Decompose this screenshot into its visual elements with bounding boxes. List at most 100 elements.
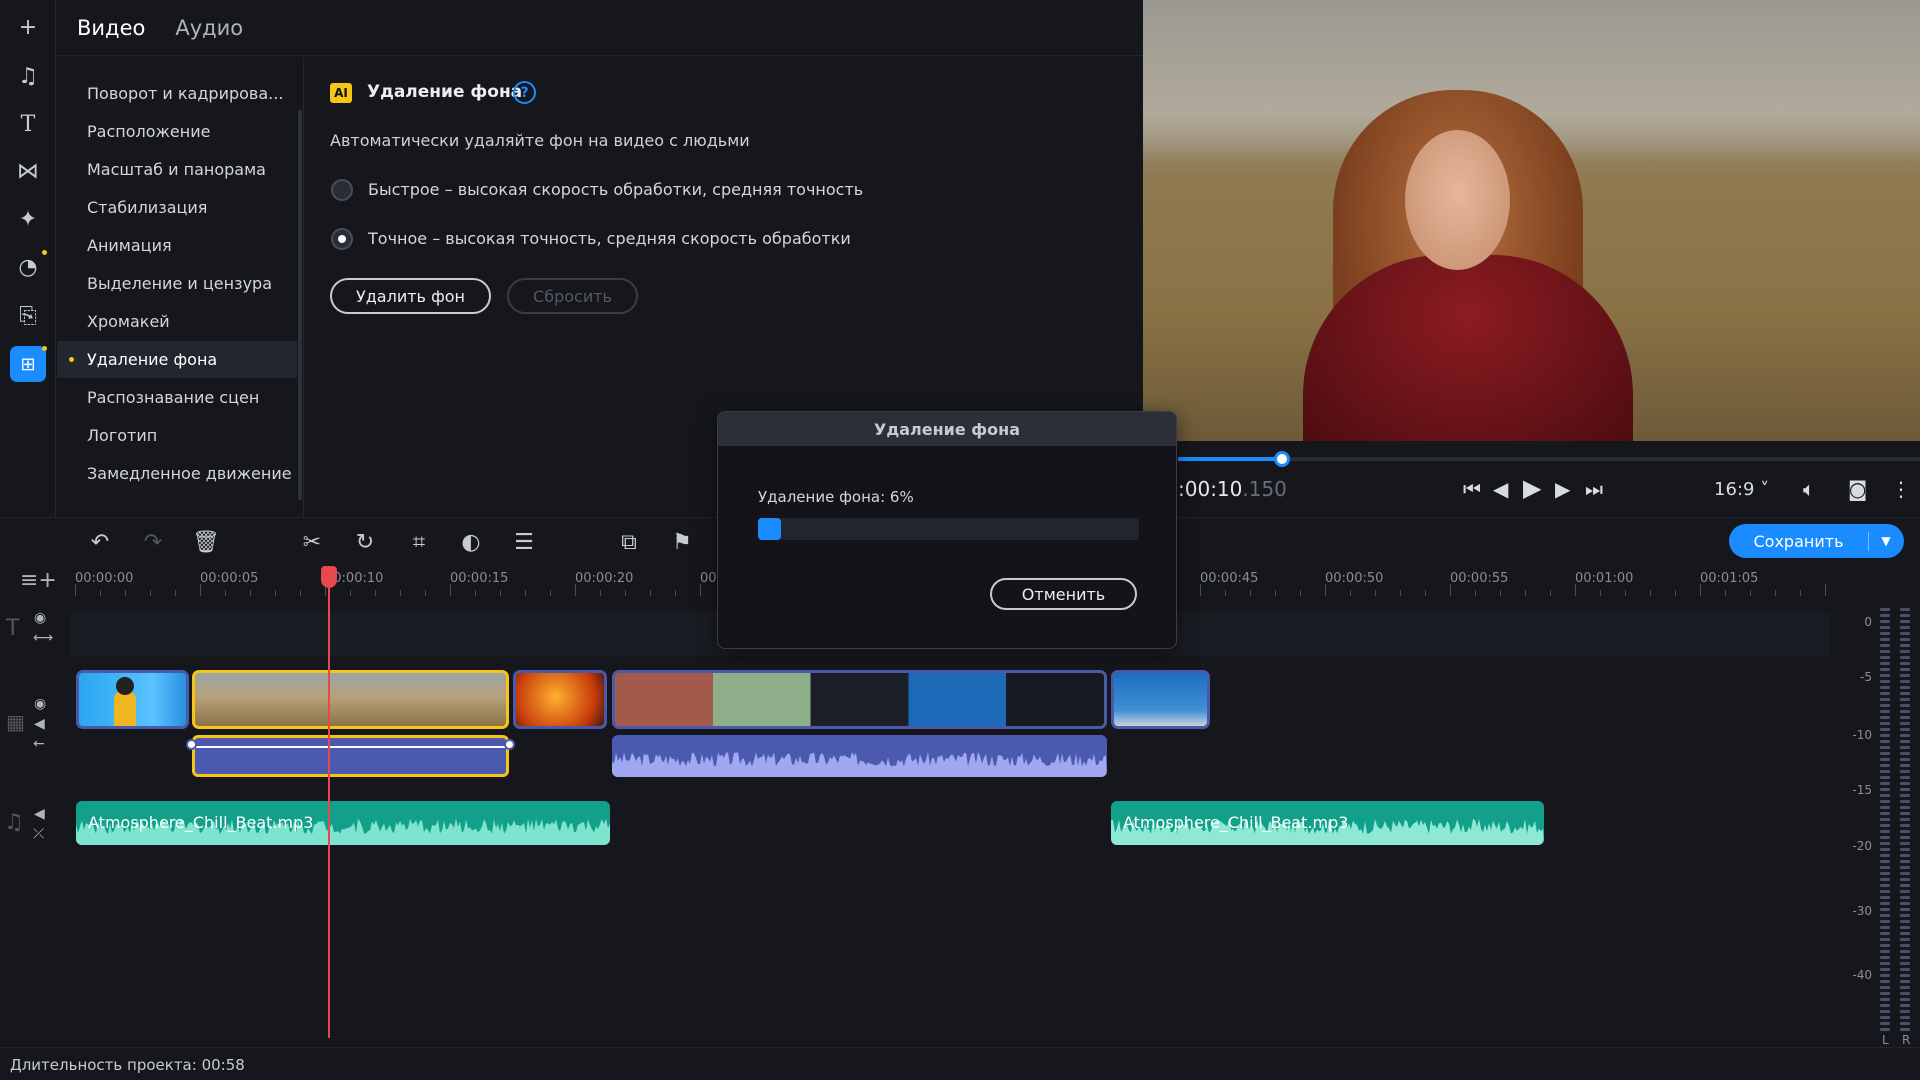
help-icon[interactable]: ? bbox=[513, 81, 536, 104]
status-bar: Длительность проекта: 00:58 bbox=[0, 1047, 1920, 1080]
rotate-icon[interactable]: ↻ bbox=[351, 528, 379, 556]
video-clip[interactable] bbox=[612, 670, 1107, 729]
tool-list-item[interactable]: Поворот и кадрирова... bbox=[57, 75, 297, 112]
meter-label: -30 bbox=[1852, 904, 1872, 918]
playhead[interactable] bbox=[327, 566, 330, 1038]
volume-icon[interactable]: ◀︎ bbox=[34, 806, 45, 822]
more-menu-icon[interactable]: ⋮ bbox=[1891, 477, 1911, 501]
tool-list-item[interactable]: Замедленное движение bbox=[57, 455, 297, 492]
tool-list-item[interactable]: Масштаб и панорама bbox=[57, 151, 297, 188]
volume-icon[interactable]: ◀︎ bbox=[34, 716, 45, 732]
tool-list-item[interactable]: Распознавание сцен bbox=[57, 379, 297, 416]
ruler-tick bbox=[425, 590, 426, 596]
meter-segment bbox=[1880, 926, 1890, 929]
music-icon[interactable]: ♫ bbox=[10, 58, 46, 94]
meter-segment bbox=[1880, 638, 1890, 641]
tool-list-item[interactable]: Хромакей bbox=[57, 303, 297, 340]
meter-label: -10 bbox=[1852, 728, 1872, 742]
meter-segment bbox=[1880, 800, 1890, 803]
meter-segment bbox=[1880, 614, 1890, 617]
meter-segment bbox=[1880, 644, 1890, 647]
meter-segment bbox=[1900, 1010, 1910, 1013]
eye-icon[interactable]: ◉ bbox=[34, 696, 46, 712]
overlay-icon[interactable]: ⧉ bbox=[615, 528, 643, 556]
video-clip-selected[interactable] bbox=[192, 670, 509, 729]
export-pack-icon[interactable]: ⎘ bbox=[10, 298, 46, 334]
meter-segment bbox=[1880, 920, 1890, 923]
waveform bbox=[612, 751, 1107, 777]
tool-list-item[interactable]: Выделение и цензура bbox=[57, 265, 297, 302]
prev-frame-icon[interactable]: ◀ bbox=[1493, 477, 1508, 501]
audio-clip-selected[interactable] bbox=[192, 735, 509, 777]
link-icon[interactable]: ⟷ bbox=[33, 630, 53, 646]
meter-segment bbox=[1900, 620, 1910, 623]
tab-audio[interactable]: Аудио bbox=[175, 16, 243, 40]
properties-icon[interactable]: ☰ bbox=[510, 528, 538, 556]
music-clip[interactable]: Atmosphere_Chill_Beat.mp3 bbox=[1111, 801, 1544, 845]
transition-icon[interactable]: ⋈ bbox=[10, 153, 46, 189]
tool-list-item[interactable]: Анимация bbox=[57, 227, 297, 264]
volume-icon[interactable]: 🔈︎ bbox=[1803, 477, 1815, 501]
video-clip[interactable] bbox=[513, 670, 607, 729]
crop-icon[interactable]: ⌗ bbox=[405, 528, 433, 556]
list-scrollbar[interactable] bbox=[298, 110, 302, 500]
radio-precise-label[interactable]: Точное – высокая точность, средняя скоро… bbox=[368, 229, 851, 248]
tab-video[interactable]: Видео bbox=[77, 16, 145, 40]
cancel-button[interactable]: Отменить bbox=[990, 578, 1137, 610]
audio-clip[interactable] bbox=[612, 735, 1107, 777]
playhead-handle[interactable] bbox=[320, 566, 337, 588]
music-clip[interactable]: Atmosphere_Chill_Beat.mp3 bbox=[76, 801, 610, 845]
tool-list-item[interactable]: Логотип bbox=[57, 417, 297, 454]
meter-segment bbox=[1880, 734, 1890, 737]
tool-list-item[interactable]: Расположение bbox=[57, 113, 297, 150]
meter-segment bbox=[1900, 1004, 1910, 1007]
meter-segment bbox=[1880, 866, 1890, 869]
video-clip[interactable] bbox=[76, 670, 189, 729]
ruler-tick bbox=[1600, 590, 1601, 596]
radio-precise[interactable] bbox=[331, 228, 353, 250]
ruler-tick bbox=[75, 584, 76, 596]
link-off-icon[interactable]: ⤫ bbox=[33, 826, 44, 842]
cut-icon[interactable]: ✂ bbox=[298, 528, 326, 556]
add-track-icon[interactable]: ≡+ bbox=[20, 568, 57, 593]
meter-segment bbox=[1880, 848, 1890, 851]
magic-icon[interactable]: ✦ bbox=[10, 201, 46, 237]
meter-segment bbox=[1900, 998, 1910, 1001]
next-frame-icon[interactable]: ▶ bbox=[1555, 477, 1570, 501]
text-icon[interactable]: T bbox=[10, 106, 46, 142]
chevron-down-icon[interactable]: ▼ bbox=[1869, 534, 1903, 548]
skip-start-icon[interactable]: ⏮ bbox=[1463, 477, 1481, 501]
ruler-tick bbox=[150, 590, 151, 596]
meter-segment bbox=[1880, 854, 1890, 857]
tool-list-item[interactable]: Удаление фона bbox=[57, 341, 297, 378]
video-preview[interactable] bbox=[1143, 0, 1920, 441]
aspect-ratio-select[interactable]: 16:9 ˅ bbox=[1714, 479, 1769, 500]
marker-icon[interactable]: ⚑ bbox=[668, 528, 696, 556]
save-button[interactable]: Сохранить ▼ bbox=[1729, 524, 1904, 558]
radio-fast[interactable] bbox=[331, 179, 353, 201]
video-clip[interactable] bbox=[1111, 670, 1210, 729]
sticker-icon[interactable]: ◔ bbox=[10, 249, 46, 285]
meter-segment bbox=[1900, 770, 1910, 773]
skip-end-icon[interactable]: ⏭ bbox=[1585, 477, 1603, 501]
more-tools-icon[interactable]: ⊞ bbox=[10, 346, 46, 382]
delete-icon[interactable]: 🗑︎ bbox=[192, 528, 220, 556]
fade-in-handle[interactable] bbox=[186, 739, 197, 750]
ruler-tick bbox=[1525, 590, 1526, 596]
undo-icon[interactable]: ↶ bbox=[86, 528, 114, 556]
meter-segment bbox=[1900, 668, 1910, 671]
meter-segment bbox=[1900, 674, 1910, 677]
fade-out-handle[interactable] bbox=[504, 739, 515, 750]
radio-fast-label[interactable]: Быстрое – высокая скорость обработки, ср… bbox=[368, 180, 863, 199]
left-toolbar: + ♫ T ⋈ ✦ ◔ ⎘ ⊞ bbox=[0, 0, 56, 517]
meter-segment bbox=[1900, 884, 1910, 887]
camera-icon[interactable]: ◙ bbox=[1848, 477, 1867, 501]
remove-background-button[interactable]: Удалить фон bbox=[330, 278, 491, 314]
plus-icon[interactable]: + bbox=[10, 9, 46, 45]
arrow-left-icon[interactable]: ← bbox=[33, 736, 45, 752]
eye-icon[interactable]: ◉ bbox=[34, 610, 46, 626]
tool-list-item[interactable]: Стабилизация bbox=[57, 189, 297, 226]
seek-handle[interactable] bbox=[1273, 451, 1290, 467]
play-icon[interactable]: ▶ bbox=[1523, 474, 1541, 502]
color-adjust-icon[interactable]: ◐ bbox=[457, 528, 485, 556]
